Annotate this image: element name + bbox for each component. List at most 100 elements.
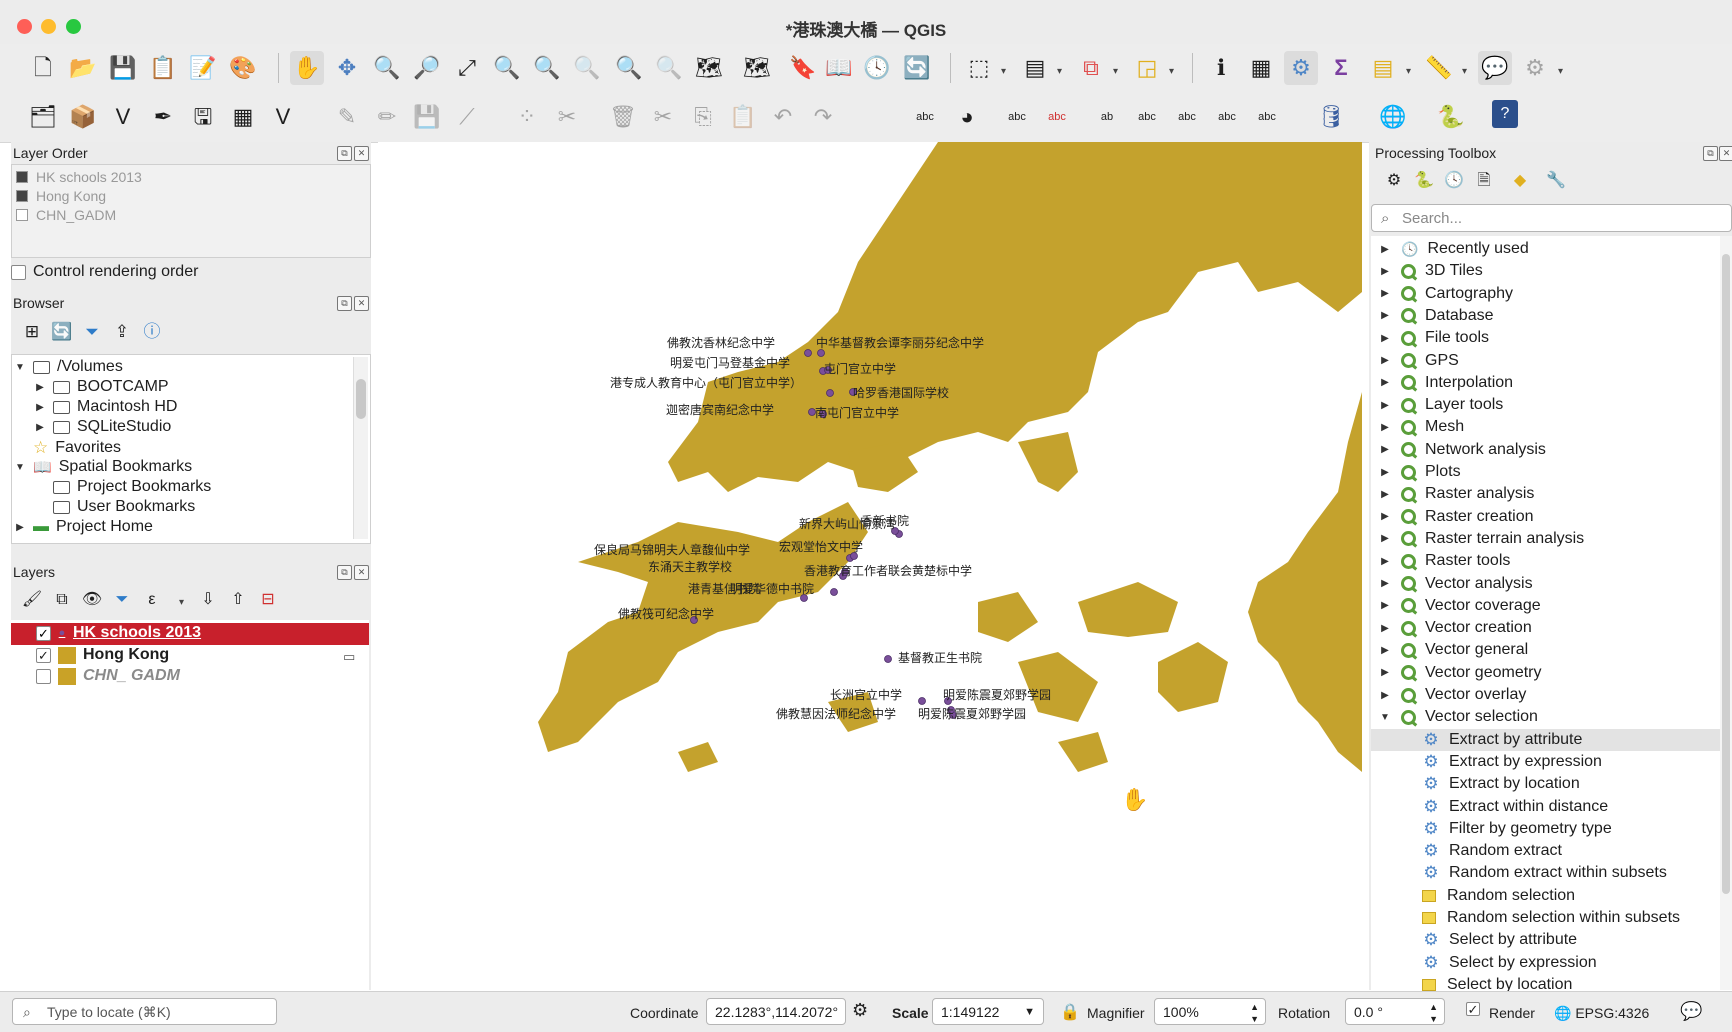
chevron-down-icon[interactable]: ▾ [1001, 66, 1006, 77]
highlight-pinned-labels-icon[interactable]: abc [1000, 100, 1034, 134]
layer-item-chn-gadm[interactable]: CHN_ GADM [36, 667, 180, 685]
processing-group-item[interactable]: ▶ Interpolation [1379, 372, 1513, 394]
processing-options-icon[interactable]: 🔧 [1539, 164, 1573, 198]
messages-icon[interactable]: 💬 [1680, 1001, 1702, 1022]
new-geopackage-layer-icon[interactable]: 📦 [66, 100, 100, 134]
toggle-display-labels-icon[interactable]: abc [1040, 100, 1074, 134]
refresh-icon[interactable]: 🔄 [900, 51, 934, 85]
layer-diagram-options-icon[interactable]: ◕ [950, 100, 984, 134]
vertex-tool-icon[interactable]: ⁘ [510, 100, 544, 134]
school-point[interactable] [884, 655, 892, 663]
chevron-right-icon[interactable]: ▶ [1379, 422, 1391, 433]
select-features-icon[interactable]: ⬚ [962, 51, 996, 85]
chevron-right-icon[interactable]: ▶ [1379, 288, 1391, 299]
zoom-full-icon[interactable]: ⤢ [450, 51, 484, 85]
processing-group-item[interactable]: ▼ Vector selection [1379, 706, 1538, 728]
temporal-controller-icon[interactable]: 🕓 [860, 51, 894, 85]
processing-group-item[interactable]: ▶ Raster analysis [1379, 483, 1534, 505]
chevron-right-icon[interactable]: ▶ [1379, 355, 1391, 366]
processing-group-item[interactable]: ▶ Vector overlay [1379, 684, 1526, 706]
chevron-down-icon[interactable]: ▾ [1057, 66, 1062, 77]
pan-map-icon[interactable]: ✋ [290, 51, 324, 85]
results-viewer-icon[interactable]: 🗎 [1467, 164, 1501, 198]
processing-group-item[interactable]: ▶ Vector coverage [1379, 595, 1540, 617]
toggle-editing-icon[interactable]: ✏ [370, 100, 404, 134]
add-raster-layer-icon[interactable]: ▦ [226, 100, 260, 134]
school-point[interactable] [826, 389, 834, 397]
zoom-native-icon[interactable]: 🔍 [570, 51, 604, 85]
new-3d-map-view-icon[interactable]: 🗺 [740, 51, 774, 85]
identify-features-icon[interactable]: ℹ [1204, 51, 1238, 85]
refresh-icon[interactable]: 🔄 [45, 314, 79, 348]
db-manager-icon[interactable]: 🛢 [1314, 100, 1348, 134]
select-by-value-icon[interactable]: ▤ [1018, 51, 1052, 85]
add-virtual-layer-icon[interactable]: V [266, 100, 300, 134]
rotate-label-icon[interactable]: abc [1210, 100, 1244, 134]
layer-order-item[interactable]: HK schools 2013 [16, 169, 142, 185]
processing-group-item[interactable]: ▶ Vector analysis [1379, 573, 1532, 595]
float-panel-icon[interactable]: ⧉ [1703, 146, 1718, 161]
processing-group-item[interactable]: ▶ Vector creation [1379, 617, 1532, 639]
float-panel-icon[interactable]: ⧉ [337, 146, 352, 161]
plugin-settings-icon[interactable]: ⚙ [1518, 51, 1552, 85]
collapse-all-icon[interactable]: ⇧ [221, 583, 255, 617]
zoom-to-selection-icon[interactable]: 🔍 [490, 51, 524, 85]
processing-algorithm-item[interactable]: ⚙ Select by attribute [1371, 929, 1726, 951]
manage-map-themes-icon[interactable]: 👁 [75, 583, 109, 617]
processing-toolbox-icon[interactable]: ⚙ [1284, 51, 1318, 85]
chevron-right-icon[interactable]: ▶ [1379, 310, 1391, 321]
measure-line-icon[interactable]: 📏 [1422, 51, 1456, 85]
edit-features-in-place-icon[interactable]: ◆ [1503, 164, 1537, 198]
delete-selected-icon[interactable]: 🗑 [606, 100, 640, 134]
chevron-down-icon[interactable]: ▾ [1169, 66, 1174, 77]
chevron-right-icon[interactable]: ▶ [1379, 578, 1391, 589]
processing-algorithm-item[interactable]: ⚙ Extract within distance [1371, 796, 1726, 818]
chevron-down-icon[interactable]: ▾ [1406, 66, 1411, 77]
processing-algorithm-item[interactable]: ⚙ Select by expression [1371, 952, 1726, 974]
attribute-table-icon[interactable]: ▦ [1244, 51, 1278, 85]
browser-item-sqlitestudio[interactable]: ▶ SQLiteStudio [34, 418, 171, 436]
chevron-right-icon[interactable]: ▶ [1379, 511, 1391, 522]
chevron-right-icon[interactable]: ▶ [1379, 533, 1391, 544]
processing-group-item[interactable]: ▶ Layer tools [1379, 394, 1503, 416]
float-panel-icon[interactable]: ⧉ [337, 296, 352, 311]
deselect-features-icon[interactable]: ⧉ [1074, 51, 1108, 85]
processing-algorithm-item[interactable]: ⚙ Extract by attribute [1371, 728, 1726, 751]
processing-scrollbar[interactable] [1720, 236, 1732, 990]
new-print-layout-icon[interactable]: 📋 [146, 51, 180, 85]
map-tips-icon[interactable]: 💬 [1478, 51, 1512, 85]
chevron-right-icon[interactable]: ▶ [1379, 467, 1391, 478]
processing-group-item[interactable]: ▶ Plots [1379, 461, 1460, 483]
add-group-icon[interactable]: ⧉ [45, 583, 79, 617]
scale-combo[interactable]: 1:149122 ▼ [932, 998, 1044, 1025]
redo-icon[interactable]: ↷ [806, 100, 840, 134]
show-bookmarks-icon[interactable]: 📖 [822, 51, 856, 85]
browser-item-project-bookmarks[interactable]: Project Bookmarks [34, 478, 211, 496]
close-panel-icon[interactable]: ✕ [1719, 146, 1732, 161]
filter-by-expression-icon[interactable]: ε [135, 583, 169, 617]
select-by-location-icon[interactable]: ◲ [1130, 51, 1164, 85]
chevron-right-icon[interactable]: ▶ [1379, 623, 1391, 634]
school-point[interactable] [830, 588, 838, 596]
browser-item-bootcamp[interactable]: ▶ BOOTCAMP [34, 378, 168, 396]
chevron-right-icon[interactable]: ▶ [1379, 333, 1391, 344]
float-panel-icon[interactable]: ⧉ [337, 565, 352, 580]
map-canvas[interactable]: 佛教沈香林纪念中学 中华基督教会谭李丽芬纪念中学 明爱屯门马登基金中学 屯门官立中学港… [378, 142, 1362, 991]
chevron-down-icon[interactable]: ▾ [1462, 66, 1467, 77]
filter-browser-icon[interactable]: ⏷ [75, 314, 109, 348]
chevron-down-icon[interactable]: ▾ [1113, 66, 1118, 77]
layer-order-item[interactable]: CHN_GADM [16, 207, 116, 223]
processing-group-item[interactable]: ▶ Raster terrain analysis [1379, 528, 1584, 550]
modify-attributes-icon[interactable]: ✂ [550, 100, 584, 134]
checkbox[interactable] [11, 264, 26, 280]
toggle-extents-icon[interactable]: ⚙ [852, 1000, 868, 1021]
processing-algorithm-item[interactable]: Random selection [1371, 885, 1726, 907]
change-label-icon[interactable]: abc [1250, 100, 1284, 134]
copy-features-icon[interactable]: ⎘ [686, 100, 720, 134]
browser-item-favorites[interactable]: ☆ Favorites [14, 438, 121, 458]
school-point[interactable] [918, 697, 926, 705]
show-hide-labels-icon[interactable]: abc [1130, 100, 1164, 134]
processing-group-item[interactable]: ▶ Raster creation [1379, 506, 1533, 528]
magnifier-spinbox[interactable]: 100% ▲ ▼ [1154, 998, 1266, 1025]
processing-algorithm-item[interactable]: ⚙ Random extract [1371, 840, 1726, 862]
